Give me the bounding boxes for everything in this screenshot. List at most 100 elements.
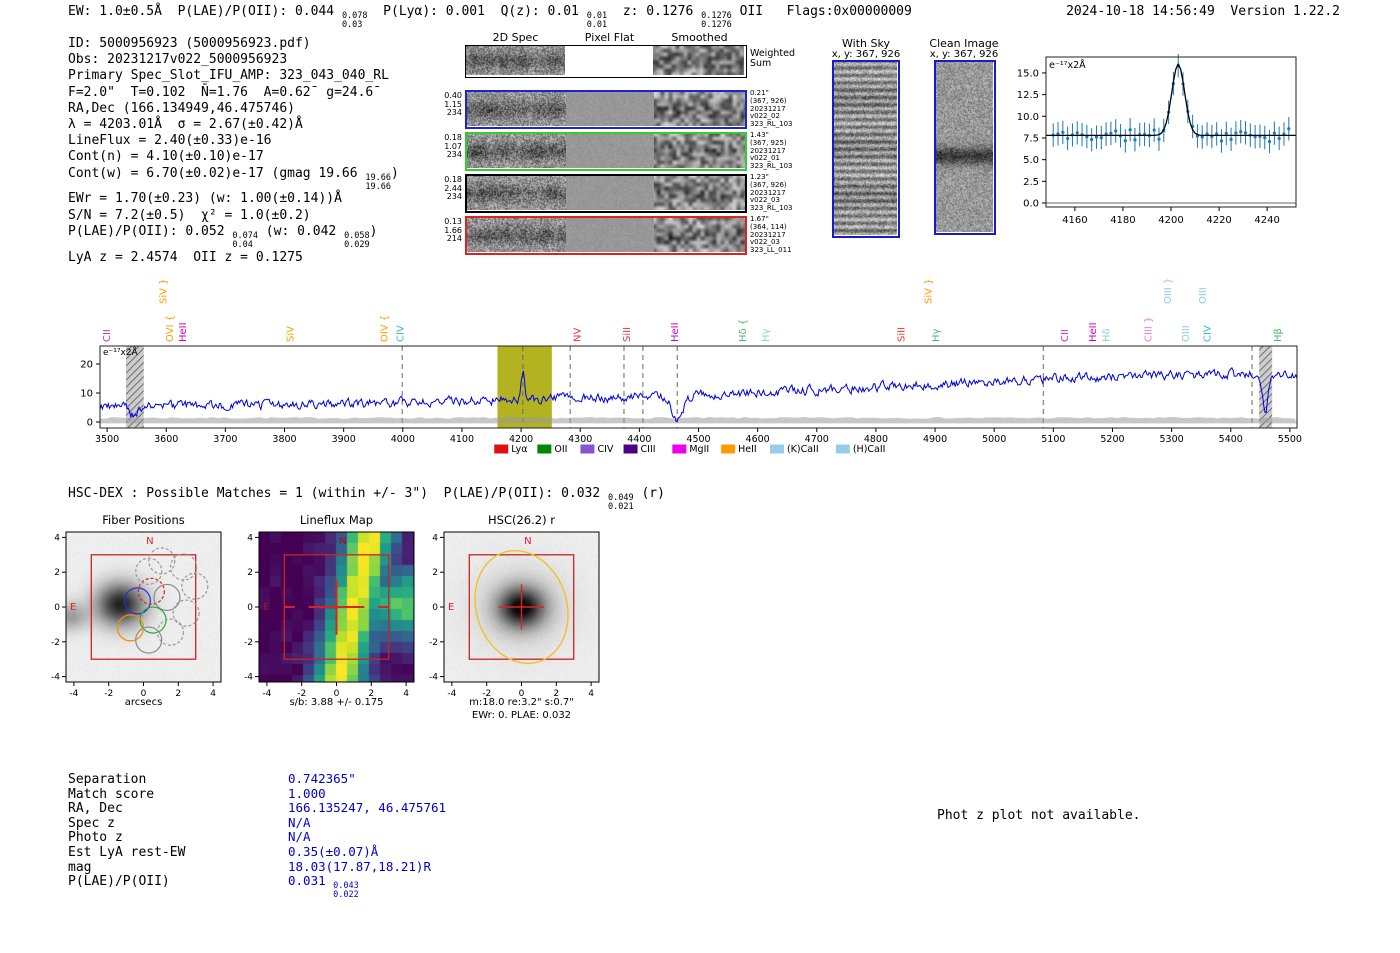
info-line-8: Cont(w) = 6.70(±0.02)e-17 (gmag 19.66 19… [68, 166, 399, 192]
spec2d-smoothed-image-3 [654, 176, 745, 210]
text-segment: Cont(w) = 6.70(±0.02)e-17 (gmag 19.66 [68, 165, 366, 181]
spec2d-pixelflat-image-3 [566, 176, 654, 210]
withsky-image-frame [832, 60, 900, 238]
text-segment: EW: 1.0±0.5Å P(LAE)/P(OII): 0.044 [68, 4, 342, 19]
legend-label: CIII [641, 444, 656, 455]
info-line-7: Cont(n) = 4.10(±0.10)e-17 [68, 149, 399, 165]
fit-data-point [1234, 131, 1238, 135]
emission-line-label: Hγ [931, 328, 942, 342]
fit-y-tick-label: 15.0 [1017, 68, 1039, 79]
match-row-label: P(LAE)/P(OII) [68, 874, 170, 890]
header-timestamp: 2024-10-18 14:56:49 Version 1.22.2 [1066, 4, 1340, 19]
elixer-report-page: EW: 1.0±0.5Å P(LAE)/P(OII): 0.044 0.078 0… [0, 0, 1400, 953]
emission-line-label: SiV [285, 326, 296, 342]
fiber-circle [181, 572, 209, 600]
text-segment: F=2.0" T=0.102 N̄=1.76 A=0.62̄ g=24.6̄ [68, 84, 374, 100]
catalog-match-table: Separation 0.742365" Match score 1.000 RA, D… [68, 771, 446, 900]
fiber-positions-x-tick-label: -2 [104, 689, 113, 699]
info-line-12: LyA z = 2.4574 OII z = 0.1275 [68, 250, 399, 266]
spectrum-x-tick-label: 5300 [1160, 434, 1184, 445]
spectrum-x-tick-label: 3800 [272, 434, 296, 445]
spec2d-left-label-1: 0.40 1.15 234 [444, 91, 462, 118]
lineflux-map-y-tick-label: -4 [244, 673, 253, 683]
spectrum-x-tick-label: 4900 [923, 434, 947, 445]
text-segment: z: 0.1276 [607, 4, 702, 19]
info-line-1: Obs: 20231217v022_5000956923 [68, 52, 399, 68]
legend-label: (H)CaII [853, 444, 886, 455]
spec2d-right-label-4: 1.67" (364, 114) 20231217 v022_03 323_LL_011 [750, 215, 792, 255]
text-segment: (r) [633, 486, 665, 501]
fit-y-tick-label: 2.5 [1023, 177, 1039, 188]
spectrum-x-tick-label: 4100 [450, 434, 474, 445]
emission-line-label: OVI { [165, 315, 176, 342]
fiber-positions-x-tick-label: 2 [175, 689, 181, 699]
legend-swatch [835, 444, 850, 454]
legend-swatch [769, 444, 784, 454]
text-segment: S/N = 7.2(±0.5) χ² = 1.0(±0.2) [68, 207, 311, 223]
fit-data-point [1229, 137, 1233, 141]
fit-axis-box [1045, 56, 1297, 208]
error-spectrum-band [100, 417, 1297, 424]
spec2d-row-3 [465, 174, 747, 213]
lineflux-map-y-tick-label: -2 [244, 638, 253, 648]
uncertainty-supsub: 0.049 0.021 [608, 493, 634, 512]
spectrum-unit-label: e⁻¹⁷x2Å [103, 346, 139, 358]
fit-y-tick-label: 5.0 [1023, 155, 1039, 166]
header-summary-line: EW: 1.0±0.5Å P(LAE)/P(OII): 0.044 0.078 0… [68, 4, 912, 30]
uncertainty-supsub: 0.074 0.04 [232, 230, 258, 250]
text-segment: 0.031 [288, 873, 334, 889]
legend-swatch [721, 444, 736, 454]
info-line-2: Primary Spec_Slot_IFU_AMP: 323_043_040_R… [68, 68, 399, 84]
uncertainty-supsub: 0.01 0.01 [586, 11, 608, 30]
uncertainty-supsub: 0.1276 0.1276 [701, 11, 732, 30]
fit-data-point [1133, 138, 1137, 142]
emission-line-label: CII [1060, 329, 1071, 342]
fit-data-point [1224, 131, 1228, 135]
match-row-label: Est LyA rest-EW [68, 844, 186, 860]
spec2d-2dspec-image-1 [467, 92, 566, 126]
emission-line-label: SiV } [924, 278, 935, 304]
spec2d-row-1 [465, 90, 747, 129]
fit-data-point [1109, 131, 1113, 135]
spectrum-x-tick-label: 3900 [332, 434, 356, 445]
emission-line-label: Hβ [1273, 328, 1284, 342]
emission-line-label: CIII } [1144, 317, 1155, 342]
text-segment: Cont(n) = 4.10(±0.10)e-17 [68, 149, 264, 165]
hsc-r-x-tick-label: -2 [482, 689, 491, 699]
fit-x-tick-label: 4180 [1110, 215, 1135, 226]
info-line-6: LineFlux = 2.40(±0.33)e-16 [68, 133, 399, 149]
text-segment: LyA z = 2.4574 OII z = 0.1275 [68, 249, 303, 265]
hsc-r-x-tick-label: 0 [519, 689, 525, 699]
legend-label: HeII [738, 444, 757, 455]
spec2d-left-label-4: 0.13 1.66 214 [444, 217, 462, 244]
fit-data-point [1114, 129, 1118, 133]
text-segment: HSC-DEX : Possible Matches = 1 (within +… [68, 486, 609, 501]
spec2d-right-label-3: 1.23" (367, 926) 20231217 v022_03 323_RL_103 [750, 173, 793, 213]
compass-east-label: E [263, 602, 269, 613]
spectrum-x-tick-label: 3600 [154, 434, 178, 445]
lineflux-map-x-tick-label: -4 [262, 689, 271, 699]
lineflux-map-x-tick-label: -2 [297, 689, 306, 699]
spec2d-pixelflat-image-2 [566, 134, 654, 168]
emission-line-label: Hγ [761, 328, 772, 342]
emission-line-label: CII [102, 329, 113, 342]
spectrum-x-tick-label: 5200 [1100, 434, 1124, 445]
spec2d-smoothed-image-4 [654, 218, 745, 252]
match-row-1: Match score 1.000 [68, 785, 446, 802]
spec2d-header-smoothed: Smoothed [671, 31, 728, 44]
emission-line-label: HeII [1088, 322, 1099, 342]
spec2d-2dspec-image-4 [467, 218, 566, 252]
hsc-r-x-tick-label: -4 [447, 689, 456, 699]
fiber-circle [169, 553, 198, 581]
info-line-11: P(LAE)/P(OII): 0.052 0.074 0.04 (w: 0.042… [68, 224, 399, 250]
spec2d-2dspec-image-0 [466, 46, 565, 75]
match-row-value: 1.000 [288, 785, 326, 801]
fiber-positions-title: Fiber Positions [102, 513, 185, 527]
spectrum-x-tick-label: 5500 [1278, 434, 1302, 445]
fiber-positions-y-tick-label: 2 [54, 568, 60, 578]
fiber-circle [135, 557, 163, 585]
spectrum-y-tick-label: 0 [87, 418, 93, 429]
emission-line-label: OIII [1198, 287, 1209, 304]
lineflux-map-y-tick-label: 4 [247, 533, 253, 543]
emission-line-label: CIV [395, 325, 406, 342]
